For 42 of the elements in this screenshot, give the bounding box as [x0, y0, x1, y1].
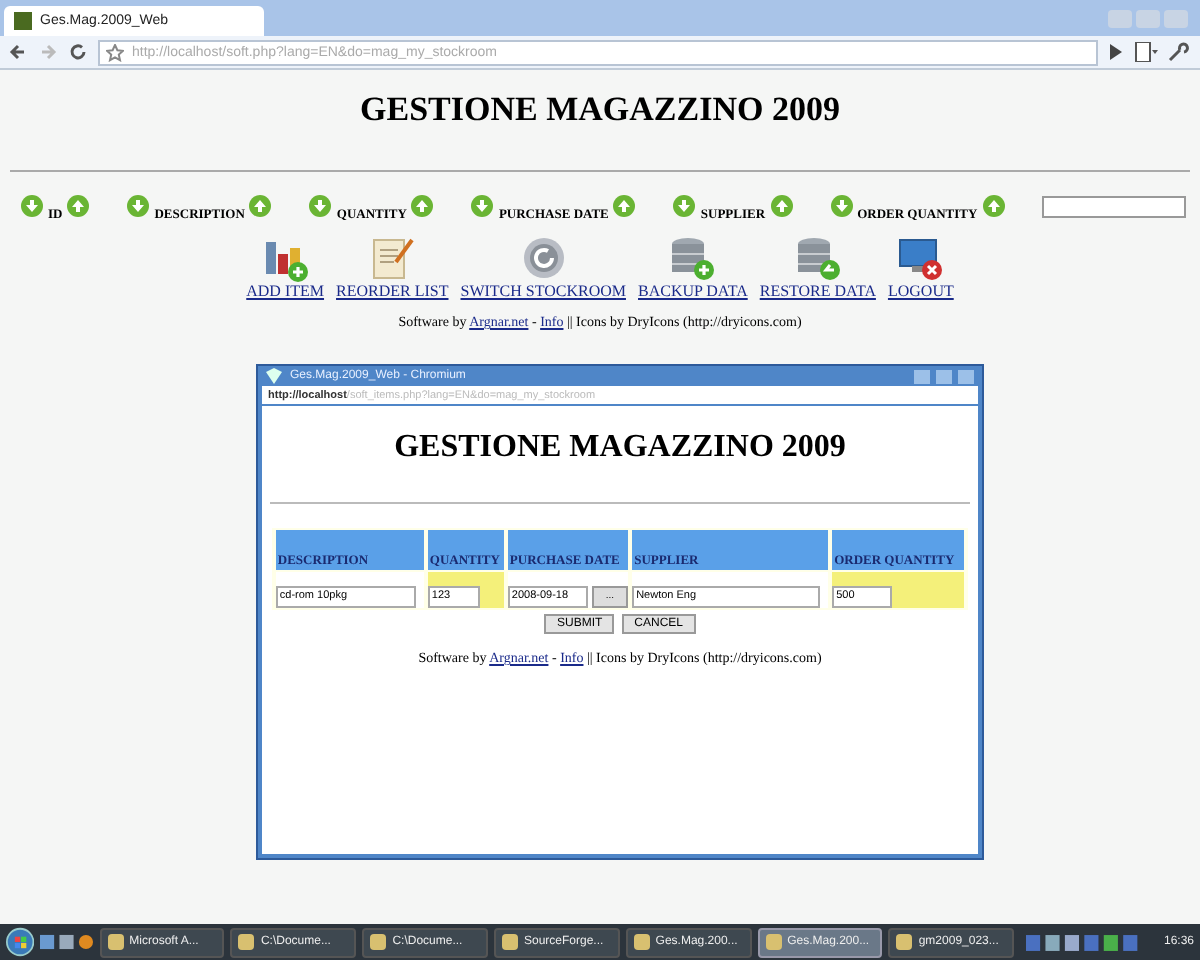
sort-up-icon[interactable]	[769, 194, 794, 218]
sort-down-icon[interactable]	[829, 194, 854, 218]
window-icon[interactable]	[896, 934, 913, 950]
sort-up-icon[interactable]	[248, 194, 273, 218]
search-field[interactable]	[1041, 195, 1186, 217]
sort-down-icon[interactable]	[20, 194, 44, 218]
page-menu-icon[interactable]	[1134, 42, 1158, 62]
notepad-icon[interactable]	[368, 234, 417, 282]
monitor-cross-icon[interactable]	[896, 234, 945, 282]
window-controls-icon[interactable]	[914, 369, 974, 383]
window-icon[interactable]	[107, 934, 124, 950]
sort-up-icon[interactable]	[410, 194, 435, 218]
star-icon[interactable]	[106, 43, 124, 61]
play-icon[interactable]	[1108, 44, 1124, 60]
window-icon[interactable]	[765, 934, 782, 950]
action-link[interactable]: REORDER LIST	[336, 282, 449, 300]
sort-down-icon[interactable]	[470, 194, 495, 218]
action-link[interactable]: LOGOUT	[887, 282, 954, 300]
wrench-icon[interactable]	[1168, 42, 1192, 62]
sort-down-icon[interactable]	[126, 194, 151, 218]
action-link[interactable]: BACKUP DATA	[638, 282, 748, 300]
action-link[interactable]: ADD ITEM	[246, 282, 325, 300]
page-title: GESTIONE MAGAZZINO 2009	[360, 90, 840, 130]
reload-icon[interactable]	[68, 42, 88, 62]
database-plus-icon[interactable]	[668, 234, 717, 282]
quick-launch-icon[interactable]	[40, 932, 94, 952]
page-title: GESTIONE MAGAZZINO 2009	[394, 430, 846, 466]
start-orb-icon[interactable]	[6, 926, 35, 958]
back-icon[interactable]	[8, 42, 28, 62]
window-icon[interactable]	[238, 934, 255, 950]
sort-down-icon[interactable]	[308, 194, 333, 218]
action-link[interactable]: RESTORE DATA	[759, 282, 876, 300]
sort-up-icon[interactable]	[612, 194, 637, 218]
window-icon[interactable]	[633, 934, 650, 950]
sort-up-icon[interactable]	[66, 194, 91, 218]
sort-down-icon[interactable]	[672, 194, 697, 218]
window-icon[interactable]	[502, 934, 518, 950]
forward-icon[interactable]	[38, 42, 58, 62]
sort-up-icon[interactable]	[981, 194, 1006, 218]
action-link[interactable]: SWITCH STOCKROOM	[460, 282, 626, 300]
window-icon[interactable]	[370, 934, 387, 950]
database-arrow-icon[interactable]	[793, 234, 842, 282]
